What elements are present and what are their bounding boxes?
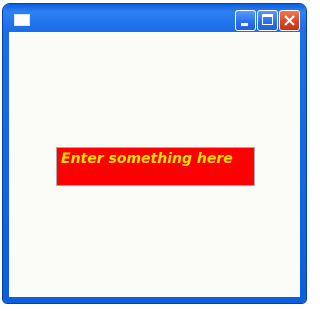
application-window: Enter something here [3, 4, 306, 303]
title-bar[interactable] [3, 4, 306, 32]
window-icon[interactable] [14, 14, 30, 26]
close-icon [284, 15, 295, 26]
minimize-icon [241, 23, 248, 26]
text-input-field[interactable]: Enter something here [56, 147, 255, 186]
window-client-area: Enter something here [9, 32, 300, 297]
maximize-button[interactable] [257, 10, 278, 31]
maximize-icon [262, 14, 273, 25]
minimize-button[interactable] [235, 10, 256, 31]
close-button[interactable] [279, 10, 300, 31]
